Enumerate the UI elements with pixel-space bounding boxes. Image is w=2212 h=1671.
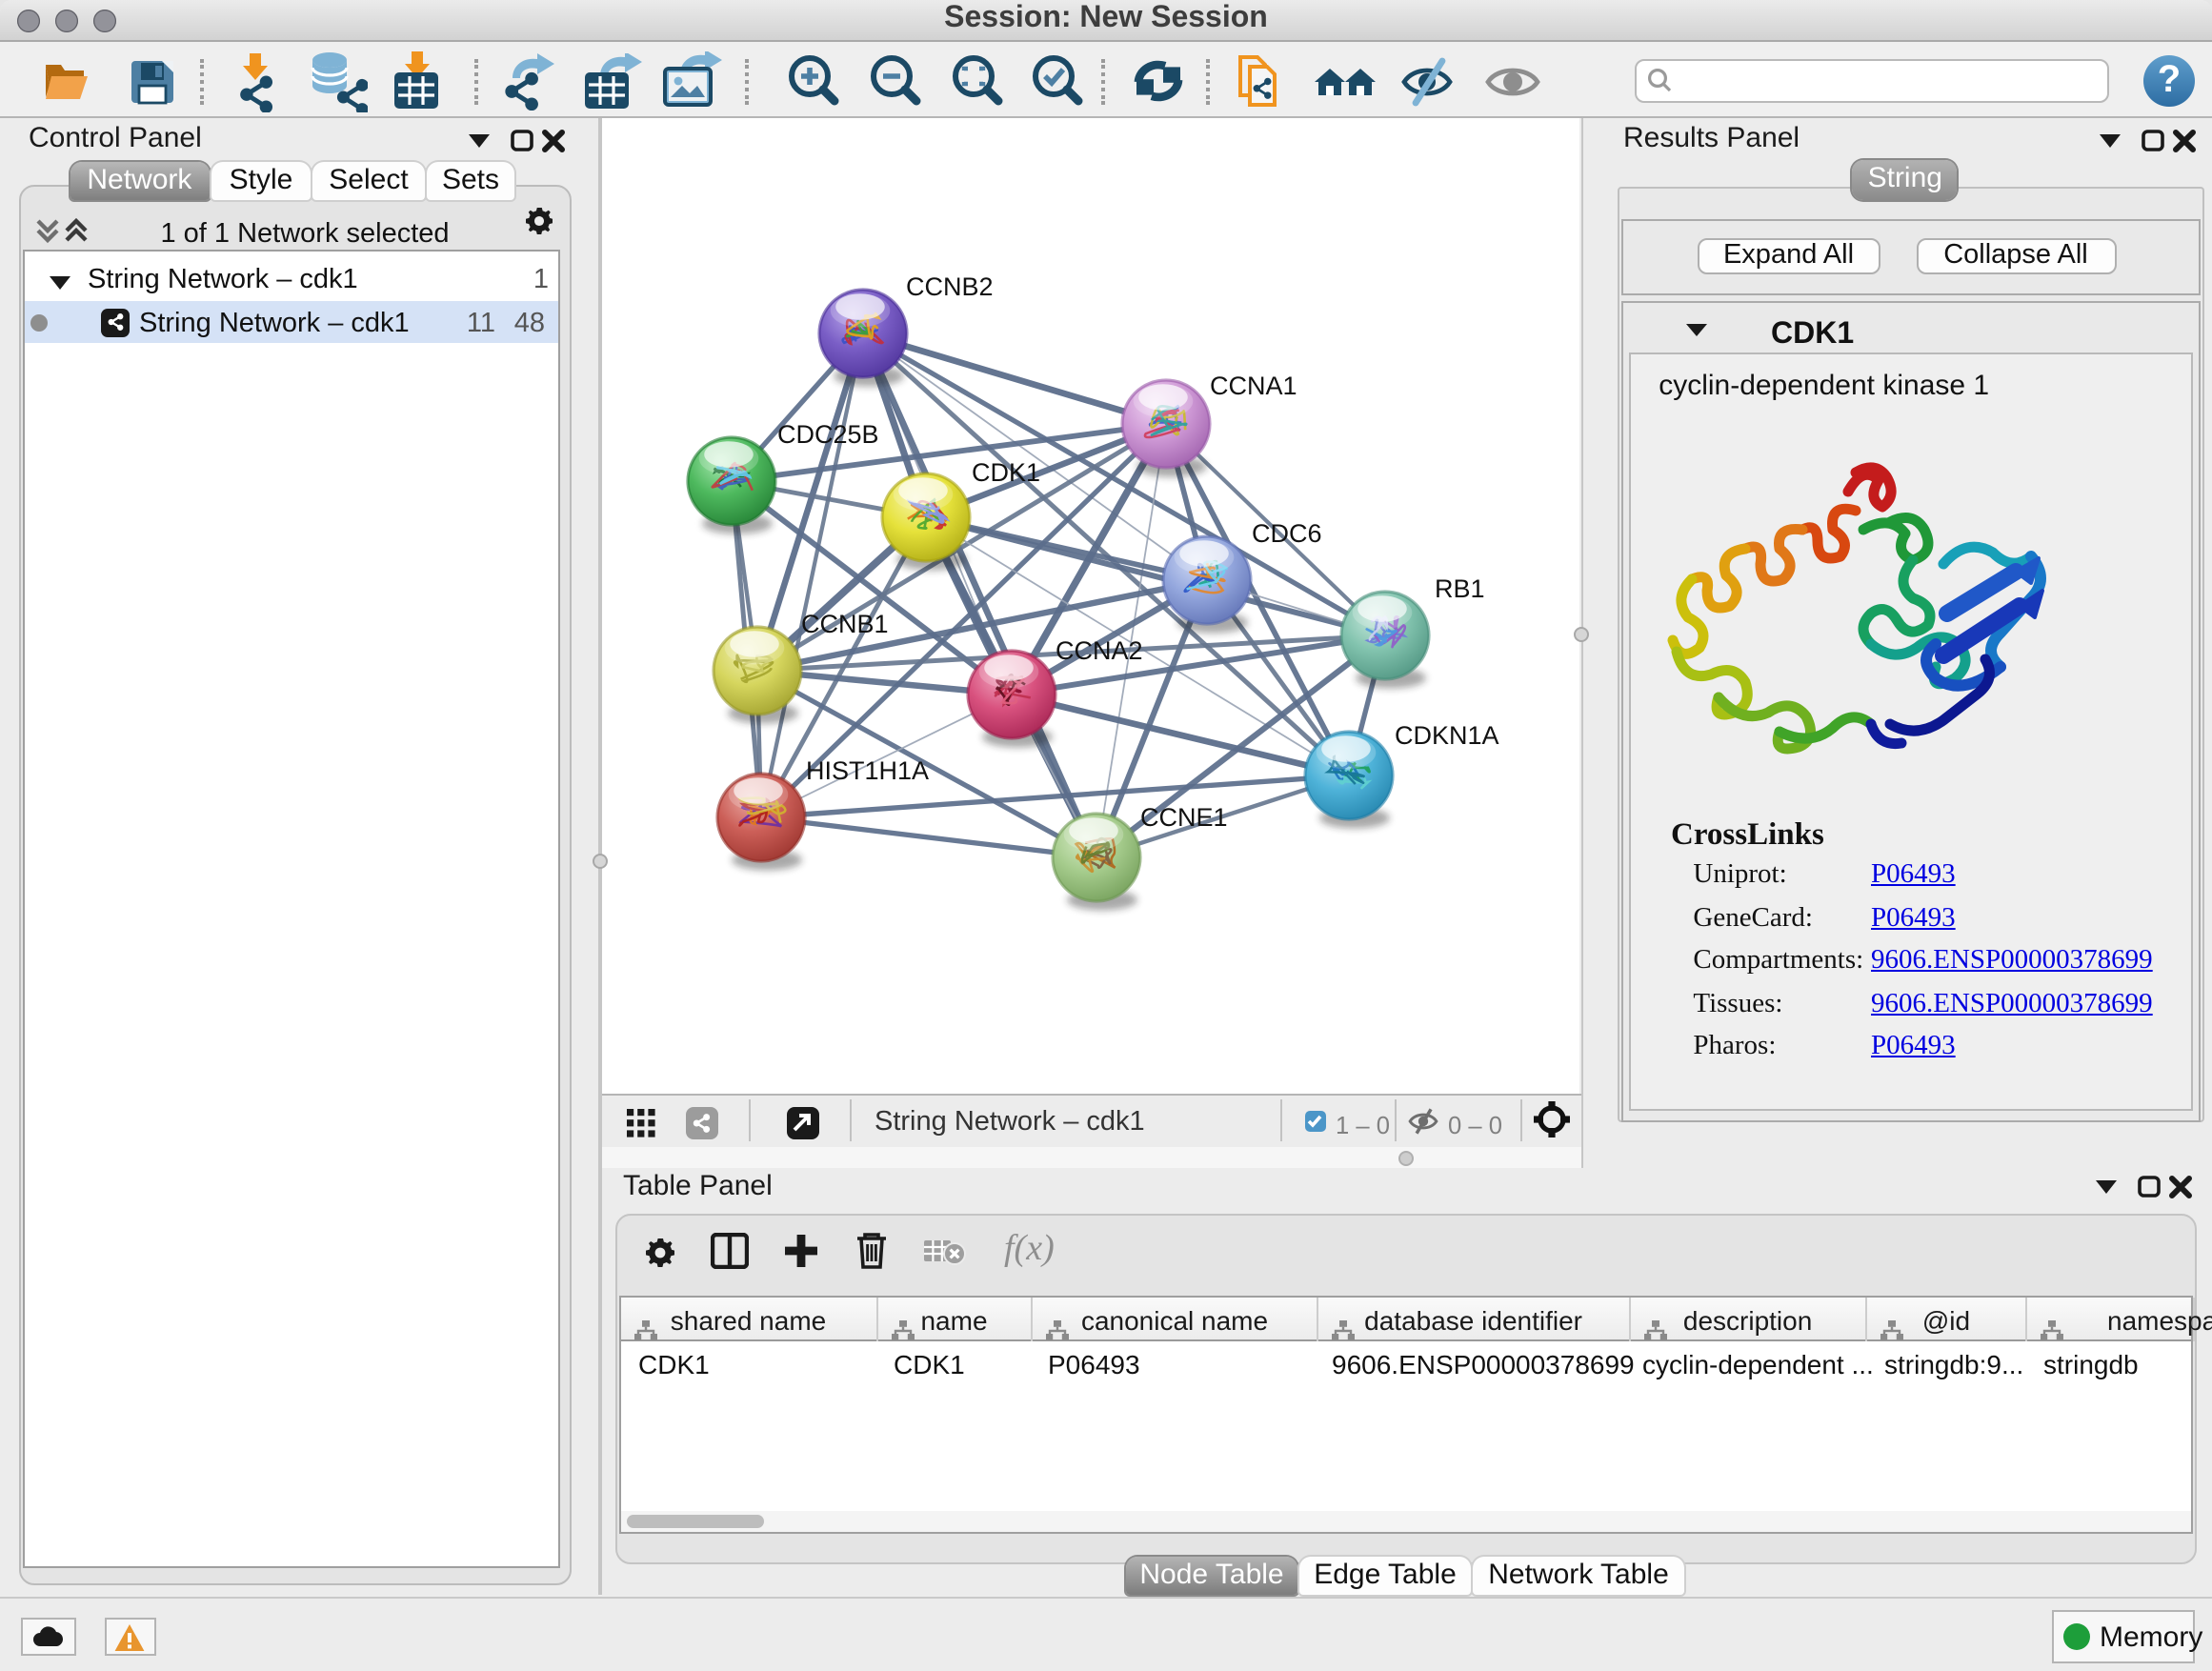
svg-text:CCNA1: CCNA1: [1210, 372, 1297, 400]
svg-text:CCNB1: CCNB1: [801, 610, 889, 638]
svg-text:CDC6: CDC6: [1252, 519, 1322, 548]
svg-text:CDK1: CDK1: [972, 458, 1040, 487]
svg-text:CCNA2: CCNA2: [1056, 636, 1143, 665]
svg-text:CDKN1A: CDKN1A: [1395, 721, 1499, 750]
svg-text:HIST1H1A: HIST1H1A: [806, 756, 929, 785]
svg-text:CDC25B: CDC25B: [777, 420, 879, 449]
svg-text:RB1: RB1: [1435, 574, 1485, 603]
svg-text:CCNE1: CCNE1: [1140, 803, 1228, 832]
svg-text:CCNB2: CCNB2: [906, 272, 994, 301]
